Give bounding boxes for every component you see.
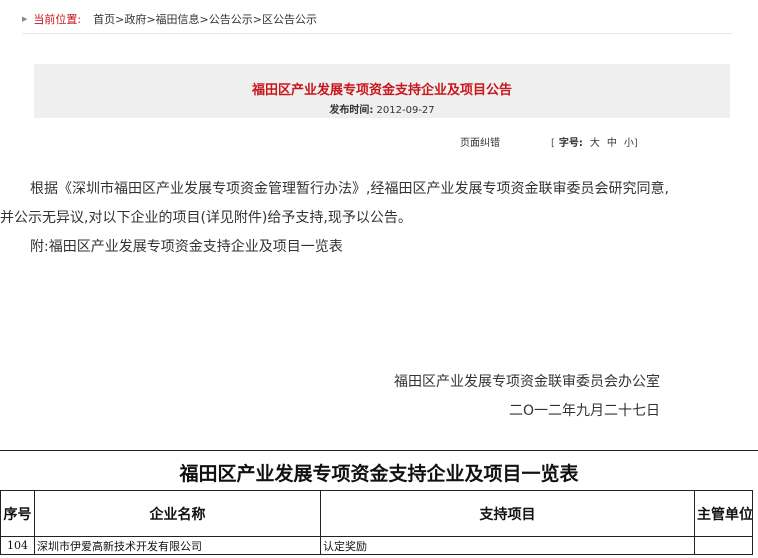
breadcrumb-notices-link[interactable]: 公告公示	[209, 13, 253, 26]
support-list-table: 序号 企业名称 支持项目 主管单位 104 深圳市伊爱高新技术开发有限公司 认定…	[0, 490, 753, 555]
breadcrumb-separator: >	[146, 13, 156, 26]
font-size-label: 字号:	[558, 138, 583, 149]
bracket-open: [	[551, 138, 555, 149]
font-size-small-button[interactable]: 小	[624, 138, 634, 149]
row-company: 深圳市伊爱高新技术开发有限公司	[34, 536, 321, 555]
font-size-switcher: [字号: 大中小]	[551, 137, 638, 151]
column-header-department: 主管单位	[694, 490, 753, 537]
breadcrumb-government-link[interactable]: 政府	[124, 13, 146, 26]
triangle-right-icon: ▶	[22, 15, 28, 23]
page-correction-link[interactable]: 页面纠错	[460, 137, 500, 151]
breadcrumb-label: 当前位置:	[33, 13, 82, 26]
breadcrumb-home-link[interactable]: 首页	[93, 13, 115, 26]
font-size-large-button[interactable]: 大	[590, 138, 600, 149]
table-row: 104 深圳市伊爱高新技术开发有限公司 认定奖励	[0, 536, 753, 555]
font-size-medium-button[interactable]: 中	[607, 138, 617, 149]
row-department	[694, 536, 753, 555]
breadcrumb-separator: >	[115, 13, 125, 26]
article-title: 福田区产业发展专项资金支持企业及项目公告	[251, 83, 512, 98]
breadcrumb-district-notices-link[interactable]: 区公告公示	[262, 13, 317, 26]
signature-organization: 福田区产业发展专项资金联审委员会办公室	[394, 374, 660, 390]
breadcrumb-separator: >	[252, 13, 262, 26]
column-header-company: 企业名称	[34, 490, 321, 537]
article-body: 根据《深圳市福田区产业发展专项资金管理暂行办法》,经福田区产业发展专项资金联审委…	[0, 175, 672, 262]
table-title-bar: 福田区产业发展专项资金支持企业及项目一览表	[0, 450, 758, 491]
breadcrumb-futian-info-link[interactable]: 福田信息	[156, 13, 200, 26]
bracket-close: ]	[633, 138, 638, 149]
table-header-row: 序号 企业名称 支持项目 主管单位	[0, 490, 753, 537]
breadcrumb: ▶ 当前位置: 首页>政府>福田信息>公告公示>区公告公示	[22, 12, 732, 27]
column-header-index: 序号	[0, 490, 35, 537]
article-header: 福田区产业发展专项资金支持企业及项目公告 发布时间: 2012-09-27	[34, 64, 730, 118]
signature-date: 二O一二年九月二十七日	[508, 403, 660, 419]
publish-date: 2012-09-27	[376, 105, 435, 116]
publish-info: 发布时间: 2012-09-27	[34, 105, 730, 117]
publish-label: 发布时间:	[329, 105, 374, 116]
column-header-project: 支持项目	[320, 490, 695, 537]
row-index: 104	[0, 536, 35, 555]
breadcrumb-separator: >	[199, 13, 209, 26]
row-project: 认定奖励	[320, 536, 695, 555]
article-paragraph: 根据《深圳市福田区产业发展专项资金管理暂行办法》,经福田区产业发展专项资金联审委…	[0, 181, 669, 226]
table-title: 福田区产业发展专项资金支持企业及项目一览表	[179, 463, 579, 485]
attachment-note: 附:福田区产业发展专项资金支持企业及项目一览表	[30, 239, 343, 255]
breadcrumb-divider	[22, 33, 732, 34]
